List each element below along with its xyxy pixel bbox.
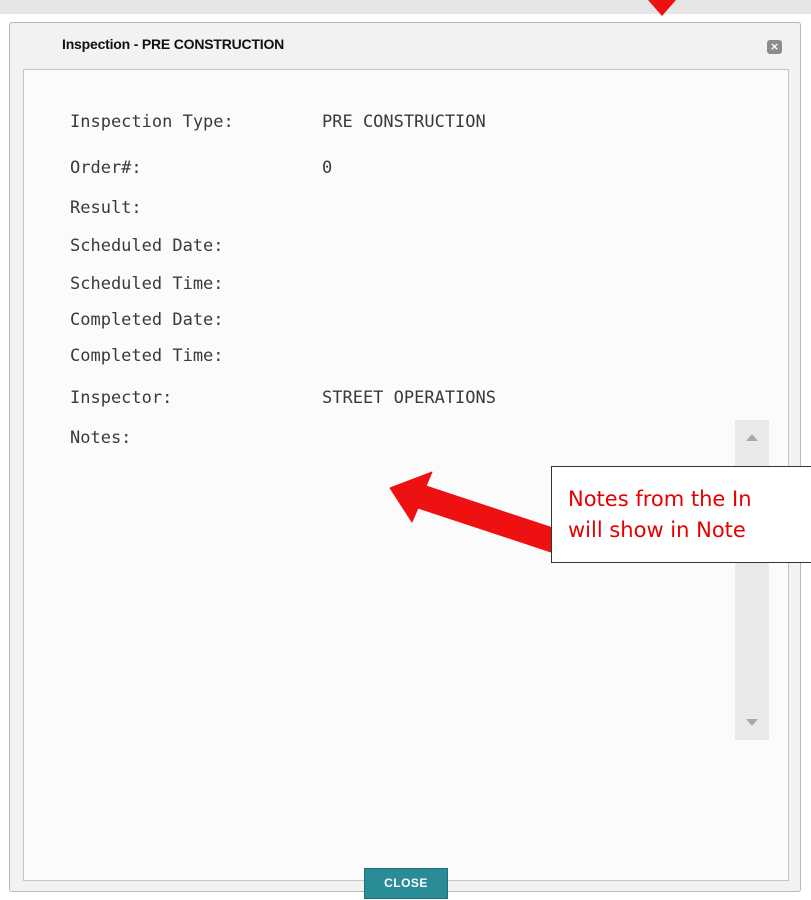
callout-text-line-1: Notes from the In: [568, 487, 752, 511]
field-label: Completed Date:: [70, 310, 224, 330]
field-value: 0: [322, 158, 333, 178]
field-label: Order#:: [70, 158, 142, 178]
dialog-titlebar[interactable]: Inspection - PRE CONSTRUCTION ×: [10, 23, 800, 69]
background-window-strip: [0, 0, 811, 14]
pointer-arrow-icon: [389, 471, 566, 555]
inspection-dialog: Inspection - PRE CONSTRUCTION × Inspecti…: [9, 22, 801, 899]
annotation-arrow-tip-icon: [648, 0, 676, 16]
field-label: Scheduled Time:: [70, 274, 224, 294]
field-label: Inspection Type:: [70, 112, 234, 132]
screenshot-canvas: Inspection - PRE CONSTRUCTION × Inspecti…: [0, 0, 811, 900]
close-icon[interactable]: ×: [767, 40, 782, 54]
field-label: Notes:: [70, 428, 132, 448]
field-label: Inspector:: [70, 388, 173, 408]
field-value: STREET OPERATIONS: [322, 388, 496, 408]
scroll-down-arrow-icon[interactable]: [746, 719, 758, 726]
field-label: Completed Time:: [70, 346, 224, 366]
field-value: PRE CONSTRUCTION: [322, 112, 486, 132]
callout-text-line-2: will show in Note: [568, 518, 746, 542]
annotation-callout: Notes from the In will show in Note: [551, 466, 811, 563]
field-label: Result:: [70, 198, 142, 218]
field-label: Scheduled Date:: [70, 236, 224, 256]
dialog-title: Inspection - PRE CONSTRUCTION: [62, 36, 285, 52]
scroll-up-arrow-icon[interactable]: [746, 434, 758, 441]
close-button[interactable]: CLOSE: [364, 868, 448, 899]
